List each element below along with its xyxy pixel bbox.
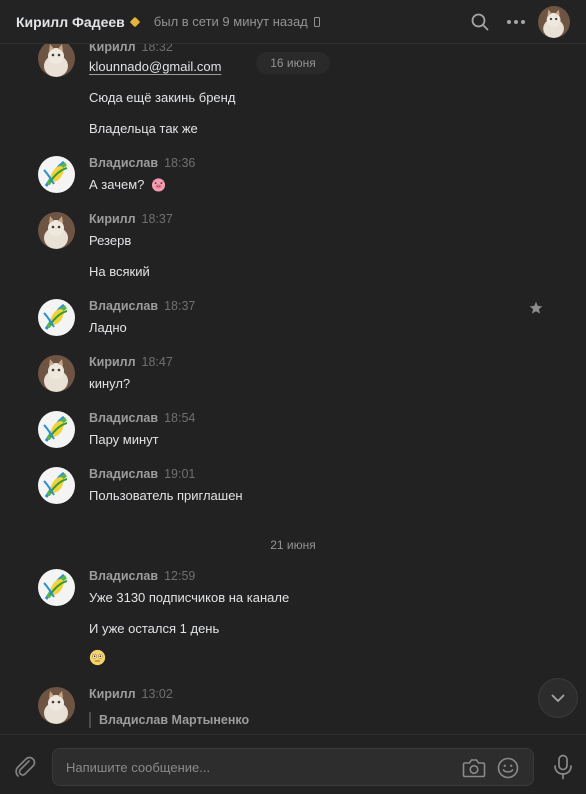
avatar[interactable] — [38, 355, 75, 392]
message-header: Владислав 18:54 — [89, 411, 195, 425]
avatar[interactable] — [38, 467, 75, 504]
contact-name[interactable]: Кирилл Фадеев — [16, 14, 125, 30]
paperclip-icon[interactable] — [12, 754, 38, 780]
message-author[interactable]: Владислав — [89, 156, 158, 170]
message-author[interactable]: Кирилл — [89, 355, 136, 369]
reply-author[interactable]: Владислав Мартыненко — [99, 713, 249, 727]
crown-icon — [129, 16, 141, 28]
message-author[interactable]: Владислав — [89, 467, 158, 481]
star-icon[interactable] — [529, 301, 543, 315]
date-label: 16 июня — [256, 52, 330, 74]
message-time[interactable]: 18:37 — [142, 212, 173, 226]
message-time[interactable]: 18:36 — [164, 156, 195, 170]
message-header: Владислав 19:01 — [89, 467, 195, 481]
message-time[interactable]: 18:37 — [164, 299, 195, 313]
message-author[interactable]: Владислав — [89, 299, 158, 313]
message-time[interactable]: 18:54 — [164, 411, 195, 425]
message-text: А зачем? — [89, 177, 166, 192]
message-text: Владельца так же — [89, 121, 198, 136]
cat-avatar-icon — [38, 687, 75, 724]
camera-icon[interactable] — [462, 758, 486, 778]
avatar[interactable] — [38, 212, 75, 249]
avatar[interactable] — [38, 569, 75, 606]
corn-avatar-icon — [38, 299, 75, 336]
more-dots-icon — [507, 20, 525, 24]
message-time[interactable]: 13:02 — [142, 687, 173, 701]
contact-avatar[interactable] — [538, 6, 570, 38]
more-button[interactable] — [500, 6, 532, 38]
message-header: Кирилл 18:37 — [89, 212, 173, 226]
header-actions — [460, 6, 570, 38]
scroll-down-button[interactable] — [538, 678, 578, 718]
microphone-icon[interactable] — [552, 754, 574, 780]
message-text: Ладно — [89, 320, 127, 335]
message-text: На всякий — [89, 264, 150, 279]
date-label: 21 июня — [270, 538, 316, 552]
emoji-icon[interactable] — [496, 756, 520, 780]
message-text: И уже остался 1 день — [89, 621, 220, 636]
message-text: Пару минут — [89, 432, 159, 447]
avatar[interactable] — [38, 687, 75, 724]
date-separator: 21 июня — [0, 534, 586, 556]
flushed-emoji-icon — [89, 649, 106, 666]
search-button[interactable] — [464, 6, 496, 38]
message-header: Владислав 18:36 — [89, 156, 195, 170]
message-composer: Напишите сообщение... — [0, 734, 586, 794]
avatar[interactable] — [38, 299, 75, 336]
message-time[interactable]: 18:47 — [142, 355, 173, 369]
reply-quote-bar — [89, 712, 91, 728]
avatar[interactable] — [38, 156, 75, 193]
cat-avatar-icon — [38, 212, 75, 249]
message-text: Уже 3130 подписчиков на канале — [89, 590, 290, 605]
cat-avatar-icon — [538, 6, 570, 38]
message-author[interactable]: Кирилл — [89, 687, 136, 701]
corn-avatar-icon — [38, 467, 75, 504]
chevron-down-icon — [551, 694, 565, 702]
avatar[interactable] — [38, 411, 75, 448]
message-header: Кирилл 18:47 — [89, 355, 173, 369]
message-text: Резерв — [89, 233, 132, 248]
message-emoji — [89, 649, 106, 669]
message-header: Владислав 18:37 — [89, 299, 195, 313]
mobile-icon — [313, 16, 320, 27]
message-header: Владислав 12:59 — [89, 569, 195, 583]
message-time[interactable]: 12:59 — [164, 569, 195, 583]
message-text: Пользователь приглашен — [89, 488, 243, 503]
message-text: Сюда ещё закинь бренд — [89, 90, 236, 105]
message-header: Кирилл 13:02 — [89, 687, 173, 701]
chat-header: Кирилл Фадеев был в сети 9 минут назад — [0, 0, 586, 44]
message-text-value: А зачем? — [89, 177, 145, 192]
corn-avatar-icon — [38, 411, 75, 448]
pig-emoji-icon — [151, 178, 166, 192]
date-separator: 16 июня — [0, 52, 586, 74]
online-status: был в сети 9 минут назад — [153, 14, 308, 29]
corn-avatar-icon — [38, 569, 75, 606]
message-author[interactable]: Кирилл — [89, 212, 136, 226]
message-history[interactable]: Кирилл 18:32 klounnado@gmail.com Сюда ещё… — [0, 44, 586, 734]
corn-avatar-icon — [38, 156, 75, 193]
cat-avatar-icon — [38, 355, 75, 392]
message-text: кинул? — [89, 376, 131, 391]
message-author[interactable]: Владислав — [89, 569, 158, 583]
message-author[interactable]: Владислав — [89, 411, 158, 425]
message-time[interactable]: 19:01 — [164, 467, 195, 481]
search-icon — [471, 13, 489, 31]
